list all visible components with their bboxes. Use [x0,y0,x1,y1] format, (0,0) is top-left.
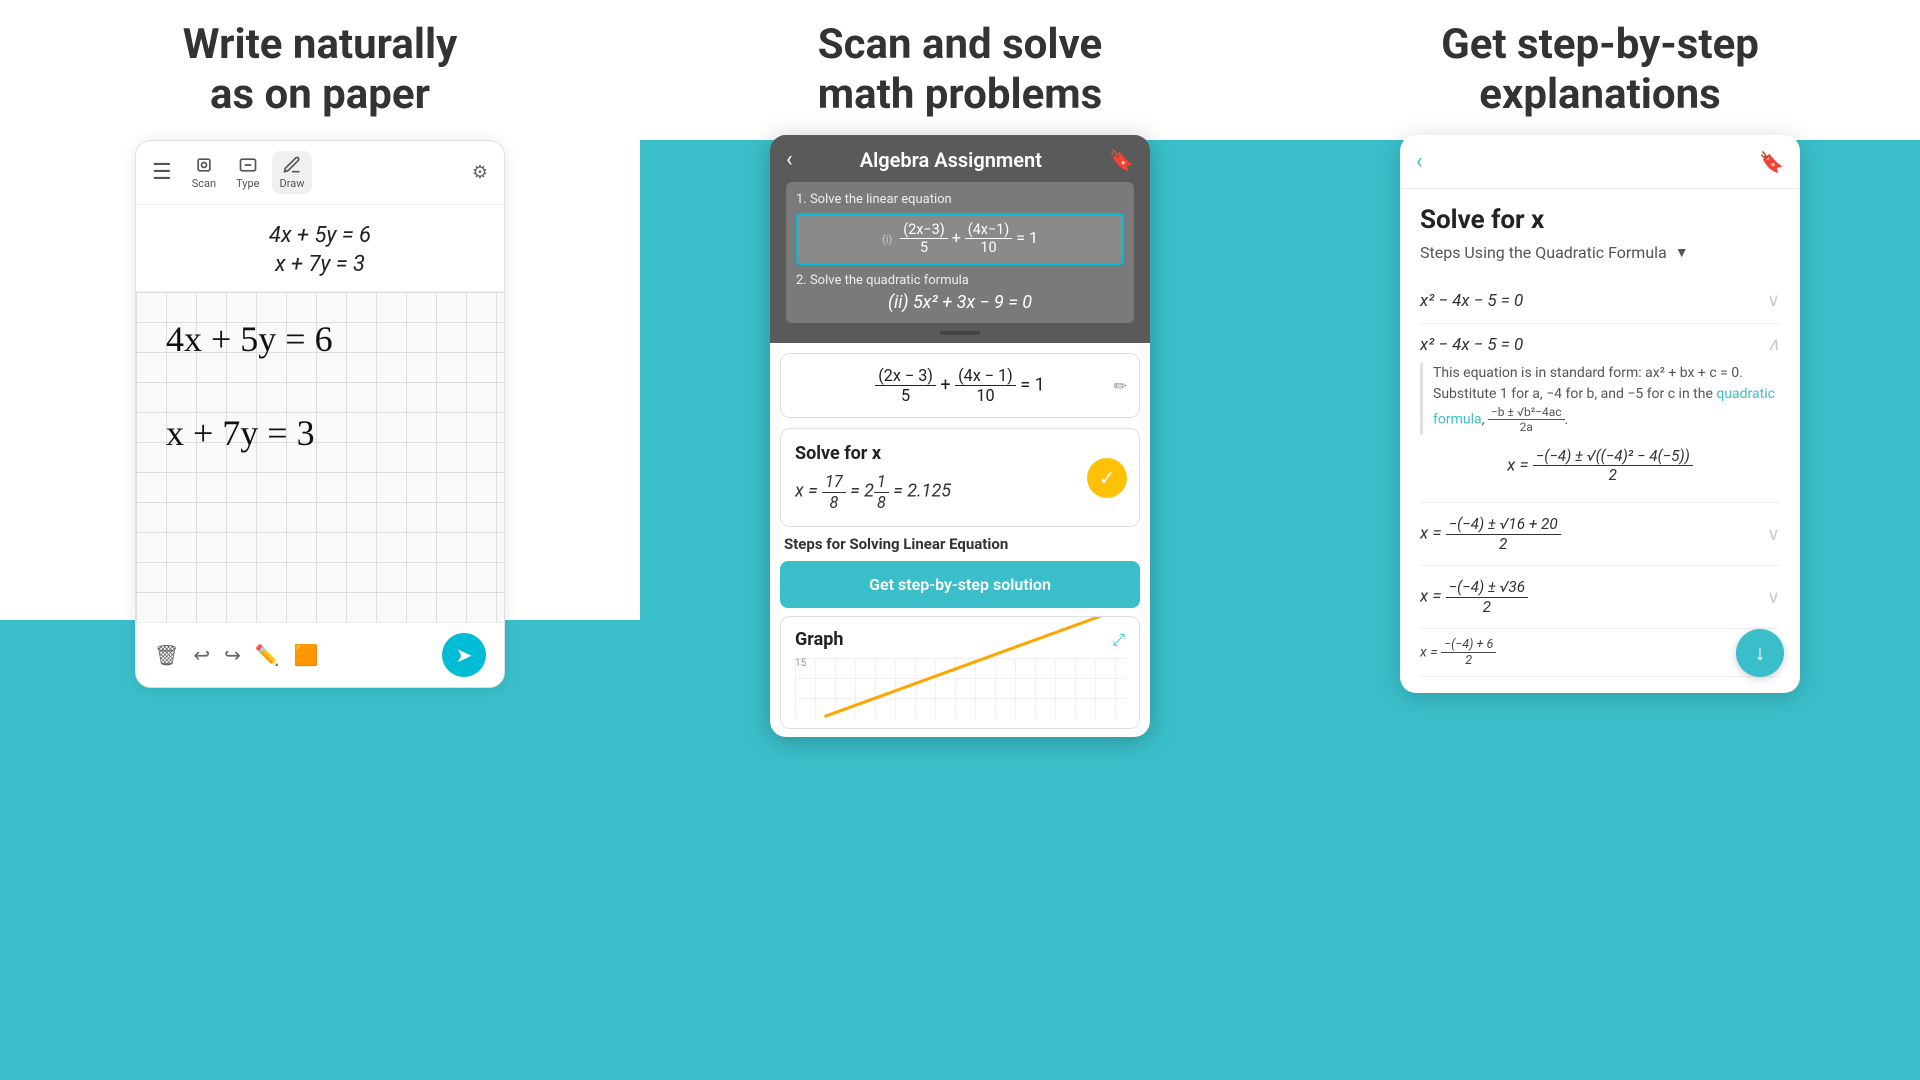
bottom-toolbar: 🗑 ↩ ↪ ✏️ 🟧 ➤ [136,622,504,687]
expand-icon[interactable]: ⤢ [1112,630,1125,650]
step1-chevron[interactable]: ∨ [1767,290,1780,311]
type-label: Type [236,177,259,190]
redo-icon[interactable]: ↪ [224,643,241,667]
panel-right: ‹ 🔖 Solve for x Steps Using the Quadrati… [1280,140,1920,1080]
steps-header-label: Steps Using the Quadratic Formula [1420,243,1667,262]
bookmark-icon-right[interactable]: 🔖 [1759,150,1784,174]
scan-button[interactable]: Scan [184,151,224,194]
list-icon: ☰ [152,160,172,185]
partial-equation: x = −(−4) + 6 2 [1420,629,1780,677]
trash-icon[interactable]: 🗑 [154,643,179,667]
pencil-tool-icon[interactable]: ✏️ [255,643,280,667]
step4-math: x = −(−4) ± √36 2 [1420,578,1528,616]
header-title-2: Scan and solve math problems [818,20,1103,121]
handwritten-eq1: 4x + 5y = 6 [166,312,494,366]
equation-card: (2x − 3)5 + (4x − 1)10 = 1 ✏ [780,353,1140,419]
equation-display: 4x + 5y = 6 x + 7y = 3 [136,205,504,292]
panel-left: ☰ Scan [0,140,640,1080]
back-icon-right[interactable]: ‹ [1416,149,1423,174]
type-icon [238,155,258,175]
step2-chevron[interactable]: ∧ [1767,334,1780,355]
step4-chevron[interactable]: ∨ [1767,587,1780,608]
step-row-1: x² − 4x − 5 = 0 ∨ [1420,278,1780,324]
graph-title: Graph [795,629,843,650]
solve-result: x = 178 = 218 = 2.125 [795,472,1125,512]
step2-math: x² − 4x − 5 = 0 ∧ [1420,334,1780,355]
main-content: ☰ Scan [0,140,1920,1080]
settings-icon[interactable]: ⚙ [472,162,488,183]
step-expanded-block: x² − 4x − 5 = 0 ∧ This equation is in st… [1420,324,1780,503]
checkmark-icon: ✓ [1099,466,1116,490]
equation-line-2: x + 7y = 3 [156,252,484,277]
steps-dropdown-icon[interactable]: ▼ [1675,244,1689,261]
step-explanation: This equation is in standard form: ax² +… [1420,363,1780,435]
handwritten-eq2: x + 7y = 3 [166,406,494,460]
graph-card-header: Graph ⤢ [781,617,1139,658]
problem2-label: 2. Solve the quadratic formula [796,273,1124,288]
bottom-tool-icons: 🗑 ↩ ↪ ✏️ 🟧 [154,643,319,667]
draw-button[interactable]: Draw [272,151,313,194]
scan-icon [194,155,214,175]
send-button[interactable]: ➤ [442,633,486,677]
right-content: Solve for x Steps Using the Quadratic Fo… [1400,189,1800,693]
graph-preview: 15 [781,658,1139,728]
check-circle: ✓ [1087,458,1127,498]
grid-background: 4x + 5y = 6 x + 7y = 3 [136,292,504,622]
scroll-down-fab[interactable]: ↓ [1736,629,1784,677]
header-title-1: Write naturally as on paper [183,20,457,121]
phone-card-right: ‹ 🔖 Solve for x Steps Using the Quadrati… [1400,135,1800,693]
down-arrow-icon: ↓ [1755,640,1766,666]
bookmark-icon[interactable]: 🔖 [1109,148,1134,172]
header-col-2: Scan and solve math problems [640,0,1280,140]
problem1-label: 1. Solve the linear equation [796,192,1124,207]
toolbar-left-icons: ☰ Scan [152,151,312,194]
scan-label: Scan [192,177,216,190]
back-icon[interactable]: ‹ [786,147,793,172]
problem2-equation: (ii) 5x² + 3x − 9 = 0 [796,292,1124,313]
steps-header: Steps Using the Quadratic Formula ▼ [1420,243,1780,262]
header-col-3: Get step-by-step explanations [1280,0,1920,140]
step-row-3: x = −(−4) ± √16 + 20 2 ∨ [1420,503,1780,566]
panel-middle: ‹ Algebra Assignment 🔖 1. Solve the line… [640,140,1280,1080]
equation-line-1: 4x + 5y = 6 [156,223,484,248]
top-header: Write naturally as on paper Scan and sol… [0,0,1920,140]
phone-card-middle: ‹ Algebra Assignment 🔖 1. Solve the line… [770,135,1150,737]
edit-pencil-icon[interactable]: ✏ [1114,376,1127,395]
step-row-4: x = −(−4) ± √36 2 ∨ [1420,566,1780,629]
send-icon: ➤ [456,643,473,667]
problem1-equation: (i) (2x−3)5 + (4x−1)10 = 1 [796,213,1124,265]
handwritten-math: 4x + 5y = 6 x + 7y = 3 [166,312,494,460]
undo-icon[interactable]: ↩ [193,643,210,667]
draw-icon [282,155,302,175]
step3-math: x = −(−4) ± √16 + 20 2 [1420,515,1561,553]
header-col-1: Write naturally as on paper [0,0,640,140]
type-button[interactable]: Type [228,151,267,194]
graph-card: Graph ⤢ 15 [780,616,1140,729]
phone-card-left: ☰ Scan [135,140,505,688]
draw-label: Draw [280,177,305,190]
solve-for-x-title: Solve for x [1420,205,1780,235]
eraser-icon[interactable]: 🟧 [294,643,319,667]
phone-nav: ‹ Algebra Assignment 🔖 [786,147,1134,172]
right-nav: ‹ 🔖 [1400,135,1800,189]
phone-white-section: (2x − 3)5 + (4x − 1)10 = 1 ✏ Solve for x… [770,343,1150,738]
phone-toolbar: ☰ Scan [136,141,504,205]
step-by-step-button[interactable]: Get step-by-step solution [780,561,1140,608]
equation-card-math: (2x − 3)5 + (4x − 1)10 = 1 [795,366,1125,406]
header-title-3: Get step-by-step explanations [1441,20,1759,121]
phone-top-bar: ‹ Algebra Assignment 🔖 1. Solve the line… [770,135,1150,343]
step3-chevron[interactable]: ∨ [1767,524,1780,545]
solve-for-title: Solve for x [795,443,1125,464]
steps-label: Steps for Solving Linear Equation [770,535,1150,553]
step-formula-step: x = −(−4) ± √((−4)² − 4(−5)) 2 [1420,447,1780,485]
phone-scan-area: 1. Solve the linear equation (i) (2x−3)5… [786,182,1134,323]
page-title: Algebra Assignment [860,148,1042,172]
solve-for-card: Solve for x x = 178 = 218 = 2.125 ✓ [780,428,1140,527]
step1-math: x² − 4x − 5 = 0 [1420,291,1523,311]
graph-grid: 15 [795,658,1125,718]
graph-label-15: 15 [795,658,806,669]
grid-area: 4x + 5y = 6 x + 7y = 3 [136,292,504,622]
phone-divider [940,331,980,335]
